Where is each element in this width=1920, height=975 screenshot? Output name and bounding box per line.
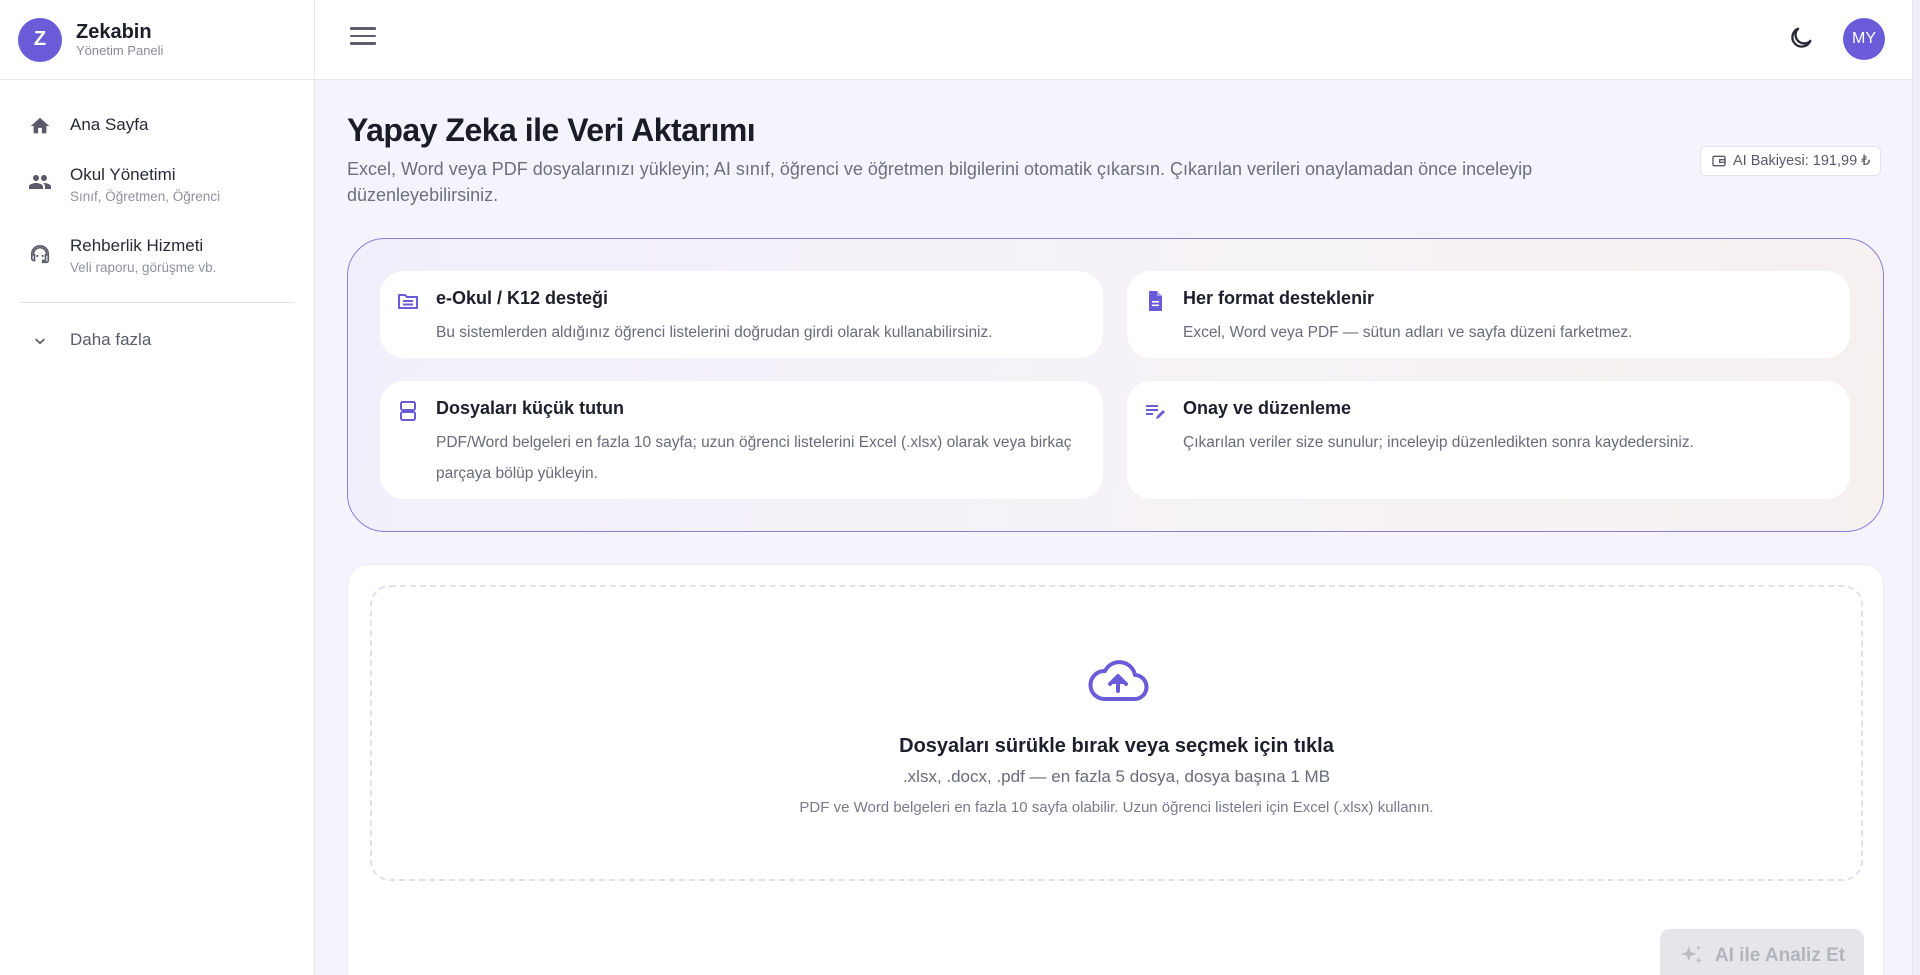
avatar[interactable]: MY (1843, 18, 1885, 60)
sidebar-item-label: Ana Sayfa (70, 115, 149, 134)
sidebar-item-school-management[interactable]: Okul Yönetimi Sınıf, Öğretmen, Öğrenci (0, 164, 314, 205)
sidebar-item-sublabel: Sınıf, Öğretmen, Öğrenci (70, 189, 221, 204)
home-icon (28, 114, 52, 138)
tip-card: Onay ve düzenleme Çıkarılan veriler size… (1127, 381, 1850, 499)
sidebar-nav: Ana Sayfa Okul Yönetimi Sınıf, Öğretmen,… (0, 80, 314, 353)
tip-text: Excel, Word veya PDF — sütun adları ve s… (1183, 324, 1633, 341)
chevron-down-icon (28, 329, 52, 353)
sidebar-item-label: Okul Yönetimi (70, 165, 176, 184)
tip-title: Dosyaları küçük tutun (436, 398, 625, 418)
scrollbar[interactable] (1912, 0, 1920, 975)
sidebar-item-home[interactable]: Ana Sayfa (0, 114, 314, 138)
topbar: MY (315, 0, 1920, 80)
dropzone-title: Dosyaları sürükle bırak veya seçmek için… (899, 735, 1334, 757)
tip-title: e-Okul / K12 desteği (436, 288, 609, 308)
brand[interactable]: Z Zekabin Yönetim Paneli (0, 0, 314, 80)
sidebar: Z Zekabin Yönetim Paneli Ana Sayfa Okul … (0, 0, 315, 975)
page-description: Excel, Word veya PDF dosyalarınızı yükle… (347, 159, 1533, 205)
ai-balance-text: AI Bakiyesi: 191,99 ₺ (1733, 153, 1871, 169)
brand-subtitle: Yönetim Paneli (76, 42, 164, 58)
split-pages-icon (396, 399, 418, 421)
tip-text: PDF/Word belgeleri en fazla 10 sayfa; uz… (436, 434, 1072, 482)
tip-title: Onay ve düzenleme (1183, 398, 1352, 418)
cloud-upload-icon (1086, 657, 1150, 703)
edit-list-icon (1143, 399, 1165, 421)
tip-text: Çıkarılan veriler size sunulur; inceleyi… (1183, 434, 1694, 451)
brand-logo: Z (18, 17, 62, 62)
hamburger-icon[interactable] (350, 27, 376, 53)
tip-card: Her format desteklenir Excel, Word veya … (1127, 271, 1850, 358)
sidebar-divider (20, 302, 294, 303)
tip-text: Bu sistemlerden aldığınız öğrenci listel… (436, 324, 993, 341)
analyze-button[interactable]: AI ile Analiz Et (1660, 929, 1864, 975)
dropzone-formats: .xlsx, .docx, .pdf — en fazla 5 dosya, d… (902, 767, 1331, 786)
tip-title: Her format desteklenir (1183, 288, 1375, 308)
dropzone-note: PDF ve Word belgeleri en fazla 10 sayfa … (799, 799, 1434, 816)
sidebar-item-more[interactable]: Daha fazla (0, 329, 314, 353)
upload-card: Dosyaları sürükle bırak veya seçmek için… (347, 564, 1884, 975)
sidebar-item-guidance[interactable]: Rehberlik Hizmeti Veli raporu, görüşme v… (0, 235, 314, 276)
tip-card: Dosyaları küçük tutun PDF/Word belgeleri… (380, 381, 1103, 499)
brand-name: Zekabin (76, 20, 152, 43)
folder-open-icon (396, 289, 418, 311)
sidebar-item-label: Rehberlik Hizmeti (70, 236, 204, 255)
people-icon (28, 170, 52, 194)
document-icon (1143, 289, 1165, 311)
tips-panel: e-Okul / K12 desteği Bu sistemlerden ald… (347, 238, 1884, 532)
support-agent-icon (28, 243, 52, 267)
sparkle-icon (1681, 945, 1702, 964)
sidebar-item-label: Daha fazla (70, 330, 152, 349)
file-dropzone[interactable]: Dosyaları sürükle bırak veya seçmek için… (370, 585, 1863, 881)
wallet-icon (1712, 155, 1726, 167)
page-title: Yapay Zeka ile Veri Aktarımı (347, 112, 756, 148)
ai-balance-badge: AI Bakiyesi: 191,99 ₺ (1700, 146, 1882, 176)
moon-icon[interactable] (1787, 24, 1817, 54)
sidebar-item-sublabel: Veli raporu, görüşme vb. (70, 260, 217, 275)
tip-card: e-Okul / K12 desteği Bu sistemlerden ald… (380, 271, 1103, 358)
analyze-button-label: AI ile Analiz Et (1714, 945, 1846, 966)
